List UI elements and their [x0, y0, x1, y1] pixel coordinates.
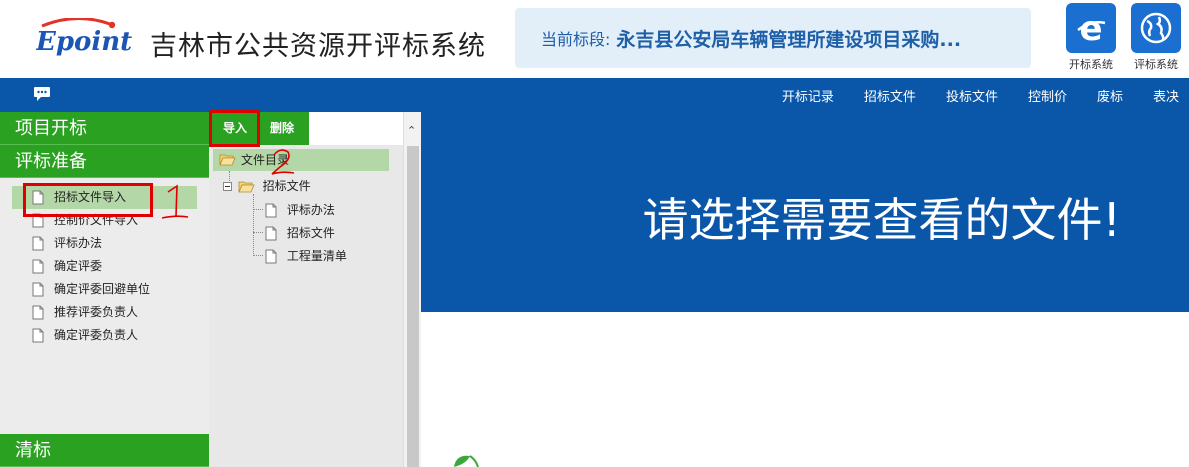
chat-bubble-icon[interactable] — [33, 86, 51, 102]
tree-node-label: 招标文件 — [286, 226, 335, 240]
kaibiao-system-label: 开标系统 — [1069, 58, 1113, 71]
sidebar-item-label: 确定评委回避单位 — [54, 282, 151, 296]
left-sidebar: 项目开标 评标准备 招标文件导入 控制价文件导入 评标办法 确定评委 确定评委回… — [0, 112, 209, 467]
sidebar-item-label: 确定评委 — [54, 259, 103, 273]
pingbiao-system-label: 评标系统 — [1134, 58, 1178, 71]
nav-link-vote[interactable]: 表决 — [1153, 86, 1179, 105]
sidebar-item-committee-avoidance[interactable]: 确定评委回避单位 — [0, 278, 209, 301]
sidebar-item-control-price-import[interactable]: 控制价文件导入 — [0, 209, 209, 232]
sidebar-item-evaluation-method[interactable]: 评标办法 — [0, 232, 209, 255]
current-section-value: 永吉县公安局车辆管理所建设项目采购... — [616, 28, 962, 51]
nav-link-bid-docs[interactable]: 投标文件 — [946, 86, 998, 105]
document-icon — [32, 259, 44, 274]
kaibiao-system-button[interactable]: e 开标系统 — [1065, 3, 1117, 72]
document-icon — [32, 190, 44, 205]
document-icon — [265, 226, 277, 241]
file-tree-panel: 导入 删除 文件目录 招标文件 评标办法 招标文件 工程量清单 ⌃ — [209, 112, 421, 467]
sidebar-item-label: 评标办法 — [54, 236, 103, 250]
import-button[interactable]: 导入 — [212, 112, 258, 145]
tree-connector — [253, 232, 263, 233]
sidebar-item-recommend-leader[interactable]: 推荐评委负责人 — [0, 301, 209, 324]
scroll-up-icon[interactable]: ⌃ — [407, 124, 416, 137]
sidebar-section-clear-bid[interactable]: 清标 — [0, 434, 209, 467]
document-icon — [32, 328, 44, 343]
tree-area: 文件目录 招标文件 评标办法 招标文件 工程量清单 — [209, 145, 403, 467]
document-icon — [32, 282, 44, 297]
document-icon — [32, 213, 44, 228]
tree-connector — [253, 194, 254, 254]
document-icon — [32, 236, 44, 251]
open-folder-icon — [219, 154, 236, 166]
nav-link-control-price[interactable]: 控制价 — [1028, 86, 1067, 105]
tree-connector — [253, 209, 263, 210]
pingbiao-system-button[interactable]: 评标系统 — [1130, 3, 1182, 72]
tree-node-label: 招标文件 — [262, 179, 311, 193]
sidebar-item-label: 推荐评委负责人 — [54, 305, 139, 319]
system-title: 吉林市公共资源开评标系统 — [150, 31, 486, 62]
open-folder-icon — [238, 181, 255, 193]
tree-node-tender-folder[interactable]: 招标文件 — [223, 175, 311, 197]
sidebar-item-confirm-committee[interactable]: 确定评委 — [0, 255, 209, 278]
nav-link-tender-docs[interactable]: 招标文件 — [864, 86, 916, 105]
document-icon — [265, 249, 277, 264]
ie-e-icon: e — [1066, 3, 1116, 53]
tree-connector — [253, 255, 263, 256]
scrollbar-thumb[interactable] — [407, 146, 419, 467]
tree-node-bill-of-quantities[interactable]: 工程量清单 — [265, 245, 347, 267]
select-file-message: 请选择需要查看的文件! — [642, 193, 1121, 247]
document-icon — [265, 203, 277, 218]
delete-button[interactable]: 删除 — [261, 112, 303, 145]
sidebar-item-list: 招标文件导入 控制价文件导入 评标办法 确定评委 确定评委回避单位 推荐评委负责… — [0, 178, 209, 347]
sidebar-item-label: 招标文件导入 — [54, 190, 127, 204]
top-nav-bar: 开标记录 招标文件 投标文件 控制价 废标 表决 — [0, 78, 1189, 112]
tree-node-label: 文件目录 — [241, 153, 290, 167]
nav-link-invalid-bid[interactable]: 废标 — [1097, 86, 1123, 105]
nav-links: 开标记录 招标文件 投标文件 控制价 废标 表决 — [752, 78, 1179, 112]
sidebar-item-confirm-leader[interactable]: 确定评委负责人 — [0, 324, 209, 347]
current-section-label: 当前标段: — [541, 30, 611, 49]
tree-scrollbar[interactable]: ⌃ — [403, 112, 421, 467]
leaf-icon — [454, 455, 479, 467]
app-header: Epoint 吉林市公共资源开评标系统 当前标段: 永吉县公安局车辆管理所建设项… — [0, 0, 1189, 78]
nav-link-kaibiao-records[interactable]: 开标记录 — [782, 86, 834, 105]
sidebar-section-project-opening[interactable]: 项目开标 — [0, 112, 209, 145]
current-section-box: 当前标段: 永吉县公安局车辆管理所建设项目采购... — [515, 8, 1031, 68]
sidebar-item-label: 确定评委负责人 — [54, 328, 139, 342]
content-banner: 请选择需要查看的文件! — [421, 112, 1189, 312]
svg-text:Epoint: Epoint — [36, 27, 132, 57]
sidebar-section-evaluation-prep[interactable]: 评标准备 — [0, 145, 209, 178]
sidebar-item-label: 控制价文件导入 — [54, 213, 139, 227]
tree-toolbar: 导入 删除 — [209, 112, 309, 145]
tree-node-file-directory[interactable]: 文件目录 — [213, 149, 389, 171]
sidebar-item-tender-import[interactable]: 招标文件导入 — [12, 186, 197, 209]
tree-node-label: 评标办法 — [286, 203, 335, 217]
globe-icon — [1131, 3, 1181, 53]
epoint-logo: Epoint — [36, 18, 132, 57]
tree-node-label: 工程量清单 — [286, 249, 347, 263]
collapse-toggle-icon[interactable] — [223, 182, 232, 191]
tree-node-evaluation-method[interactable]: 评标办法 — [265, 199, 335, 221]
tree-node-tender-file[interactable]: 招标文件 — [265, 222, 335, 244]
document-icon — [32, 305, 44, 320]
